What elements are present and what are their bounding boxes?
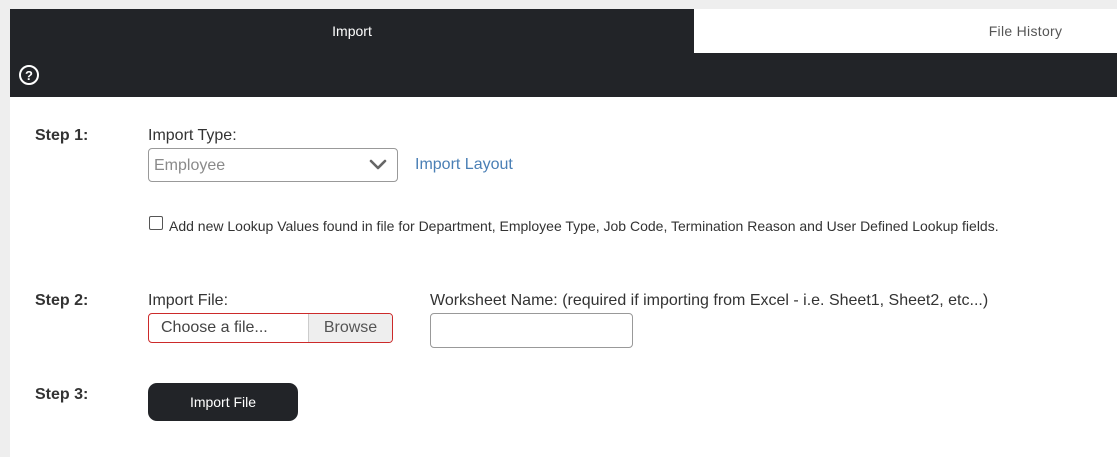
add-lookup-values-checkbox[interactable] [149, 216, 163, 230]
toolbar: ? [10, 53, 1117, 97]
import-type-select[interactable]: Employee [148, 148, 398, 182]
step3-label: Step 3: [35, 386, 89, 403]
import-panel: Step 1: Import Type: Employee Import Lay… [10, 97, 1117, 457]
step2-label: Step 2: [35, 292, 89, 309]
tab-bar: Import File History [10, 9, 1117, 53]
import-type-value: Employee [154, 157, 226, 174]
import-layout-link[interactable]: Import Layout [415, 156, 513, 174]
file-chooser[interactable]: Choose a file... [149, 314, 308, 342]
help-icon[interactable]: ? [19, 65, 39, 85]
add-lookup-values-label: Add new Lookup Values found in file for … [169, 218, 999, 234]
import-type-label: Import Type: [148, 127, 237, 144]
chevron-down-icon [369, 159, 387, 170]
worksheet-name-label: Worksheet Name: (required if importing f… [430, 292, 989, 309]
worksheet-name-input[interactable] [430, 313, 633, 348]
step1-label: Step 1: [35, 127, 89, 144]
import-file-picker: Choose a file... Browse [148, 313, 393, 343]
import-file-button[interactable]: Import File [148, 383, 298, 421]
import-file-label: Import File: [148, 292, 229, 309]
tab-import[interactable]: Import [10, 9, 694, 53]
browse-button[interactable]: Browse [308, 314, 392, 342]
tab-file-history[interactable]: File History [694, 9, 1117, 53]
